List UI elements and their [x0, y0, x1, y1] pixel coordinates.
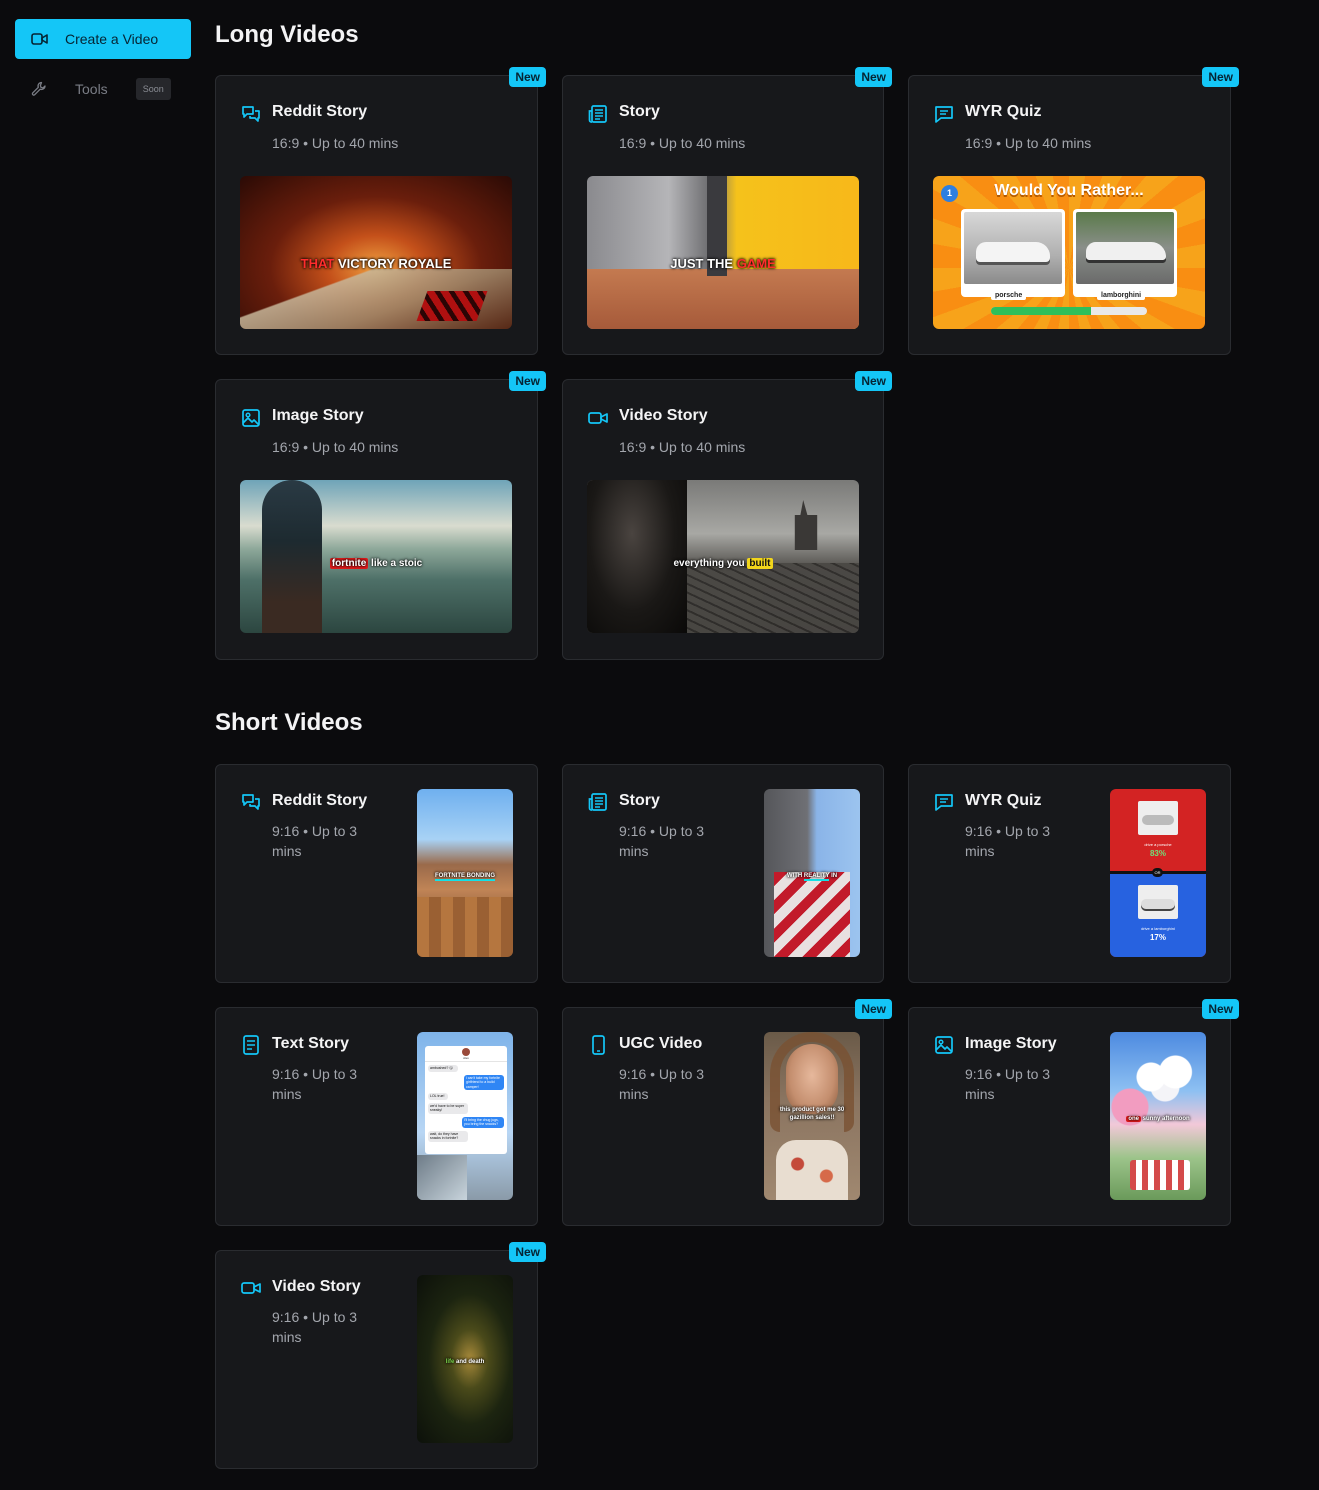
- option-lamborghini: lamborghini: [1073, 209, 1177, 300]
- newspaper-icon: [588, 793, 607, 811]
- story-preview-image: JUST THE GAME: [587, 176, 859, 329]
- short-reddit-story-card[interactable]: Reddit Story 9:16 • Up to 3 mins FORTNIT…: [215, 764, 538, 983]
- card-title: Video Story: [619, 407, 708, 424]
- create-video-button[interactable]: Create a Video: [15, 19, 191, 59]
- wyr-quiz-preview-image: drive a porsche 83% OR drive a lamborghi…: [1110, 789, 1206, 957]
- reddit-story-preview-image: FORTNITE BONDING: [417, 789, 513, 957]
- card-meta: 9:16 • Up to 3 mins: [272, 823, 358, 859]
- new-badge: New: [509, 67, 546, 87]
- preview-caption: life and death: [445, 1359, 485, 1365]
- tools-label: Tools: [75, 81, 108, 97]
- sidebar: Create a Video Tools Soon: [15, 19, 191, 109]
- long-wyr-quiz-card[interactable]: New WYR Quiz 16:9 • Up to 40 mins 1 Woul…: [908, 67, 1239, 355]
- short-video-story-card[interactable]: New Video Story 9:16 • Up to 3 mins life…: [215, 1242, 546, 1469]
- card-title: Image Story: [272, 407, 364, 424]
- card-title: WYR Quiz: [965, 792, 1042, 809]
- card-meta: 16:9 • Up to 40 mins: [619, 439, 746, 455]
- short-videos-heading: Short Videos: [215, 709, 363, 736]
- card-meta: 9:16 • Up to 3 mins: [965, 1066, 1051, 1102]
- new-badge: New: [509, 371, 546, 391]
- preview-caption: fortnite like a stoic: [329, 558, 423, 569]
- new-badge: New: [855, 999, 892, 1019]
- card-meta: 16:9 • Up to 40 mins: [272, 439, 399, 455]
- short-wyr-quiz-card[interactable]: WYR Quiz 9:16 • Up to 3 mins drive a por…: [908, 764, 1231, 983]
- card-meta: 9:16 • Up to 3 mins: [619, 823, 705, 859]
- create-video-label: Create a Video: [65, 31, 159, 47]
- card-meta: 9:16 • Up to 3 mins: [965, 823, 1051, 859]
- short-image-story-card[interactable]: New Image Story 9:16 • Up to 3 mins one …: [908, 999, 1239, 1226]
- card-title: Story: [619, 103, 660, 120]
- new-badge: New: [855, 371, 892, 391]
- story-preview-image: WITH REALITY IN: [764, 789, 860, 957]
- video-story-preview-image: everything you built: [587, 480, 859, 633]
- soon-badge: Soon: [135, 78, 171, 100]
- preview-caption: this product got me 30 gazillion sales!!: [779, 1107, 845, 1121]
- new-badge: New: [509, 1242, 546, 1262]
- card-title: Reddit Story: [272, 792, 368, 809]
- video-story-preview-image: life and death: [417, 1275, 513, 1443]
- ugc-video-preview-image: this product got me 30 gazillion sales!!: [764, 1032, 860, 1200]
- card-meta: 9:16 • Up to 3 mins: [272, 1309, 358, 1345]
- long-image-story-card[interactable]: New Image Story 16:9 • Up to 40 mins for…: [215, 371, 546, 660]
- long-videos-heading: Long Videos: [215, 21, 359, 48]
- video-camera-icon: [588, 412, 608, 424]
- image-icon: [935, 1036, 953, 1054]
- quiz-progress-bar: [991, 307, 1147, 315]
- card-meta: 9:16 • Up to 3 mins: [619, 1066, 705, 1102]
- card-meta: 9:16 • Up to 3 mins: [272, 1066, 358, 1102]
- card-title: Reddit Story: [272, 103, 368, 120]
- long-video-story-card[interactable]: New Video Story 16:9 • Up to 40 mins eve…: [562, 371, 892, 660]
- card-meta: 16:9 • Up to 40 mins: [619, 135, 746, 151]
- preview-caption: THAT VICTORY ROYALE: [300, 256, 452, 271]
- smartphone-icon: [592, 1035, 605, 1055]
- short-ugc-video-card[interactable]: New UGC Video 9:16 • Up to 3 mins this p…: [562, 999, 892, 1226]
- preview-caption: FORTNITE BONDING: [435, 873, 495, 881]
- short-text-story-card[interactable]: Text Story 9:16 • Up to 3 mins Alex ambu…: [215, 1007, 538, 1226]
- new-badge: New: [855, 67, 892, 87]
- card-meta: 16:9 • Up to 40 mins: [272, 135, 399, 151]
- reddit-story-preview-image: THAT VICTORY ROYALE: [240, 176, 512, 329]
- card-title: Story: [619, 792, 660, 809]
- preview-caption: everything you built: [673, 558, 773, 569]
- card-title: WYR Quiz: [965, 103, 1042, 120]
- chat-bubbles-icon: [242, 106, 260, 122]
- preview-caption: WITH REALITY IN: [786, 873, 838, 881]
- wyr-quiz-preview-image: 1 Would You Rather... porsche lamborghin…: [933, 176, 1205, 329]
- wyr-heading: Would You Rather...: [994, 182, 1144, 199]
- card-meta: 16:9 • Up to 40 mins: [965, 135, 1092, 151]
- option-porsche: porsche: [961, 209, 1065, 300]
- new-badge: New: [1202, 67, 1239, 87]
- video-camera-icon: [31, 32, 49, 46]
- message-square-icon: [935, 794, 953, 811]
- wrench-icon: [31, 81, 49, 97]
- preview-caption: one sunny afternoon: [1126, 1116, 1190, 1122]
- long-reddit-story-card[interactable]: New Reddit Story 16:9 • Up to 40 mins TH…: [215, 67, 546, 355]
- preview-caption: JUST THE GAME: [670, 256, 776, 271]
- video-camera-icon: [241, 1282, 261, 1294]
- short-story-card[interactable]: Story 9:16 • Up to 3 mins WITH REALITY I…: [562, 764, 884, 983]
- chat-window: Alex ambushed? 😏 i can't take my fortnit…: [425, 1046, 507, 1154]
- chat-bubbles-icon: [242, 794, 260, 810]
- message-square-icon: [935, 106, 953, 123]
- card-title: Video Story: [272, 1278, 361, 1295]
- sidebar-item-tools[interactable]: Tools Soon: [15, 69, 191, 109]
- image-story-preview-image: fortnite like a stoic: [240, 480, 512, 633]
- new-badge: New: [1202, 999, 1239, 1019]
- image-story-preview-image: one sunny afternoon: [1110, 1032, 1206, 1200]
- newspaper-icon: [588, 105, 607, 123]
- card-title: UGC Video: [619, 1035, 703, 1052]
- image-icon: [242, 409, 260, 427]
- card-title: Text Story: [272, 1035, 350, 1052]
- card-title: Image Story: [965, 1035, 1057, 1052]
- text-story-preview-image: Alex ambushed? 😏 i can't take my fortnit…: [417, 1032, 513, 1200]
- long-story-card[interactable]: New Story 16:9 • Up to 40 mins JUST THE …: [562, 67, 892, 355]
- document-text-icon: [243, 1035, 259, 1055]
